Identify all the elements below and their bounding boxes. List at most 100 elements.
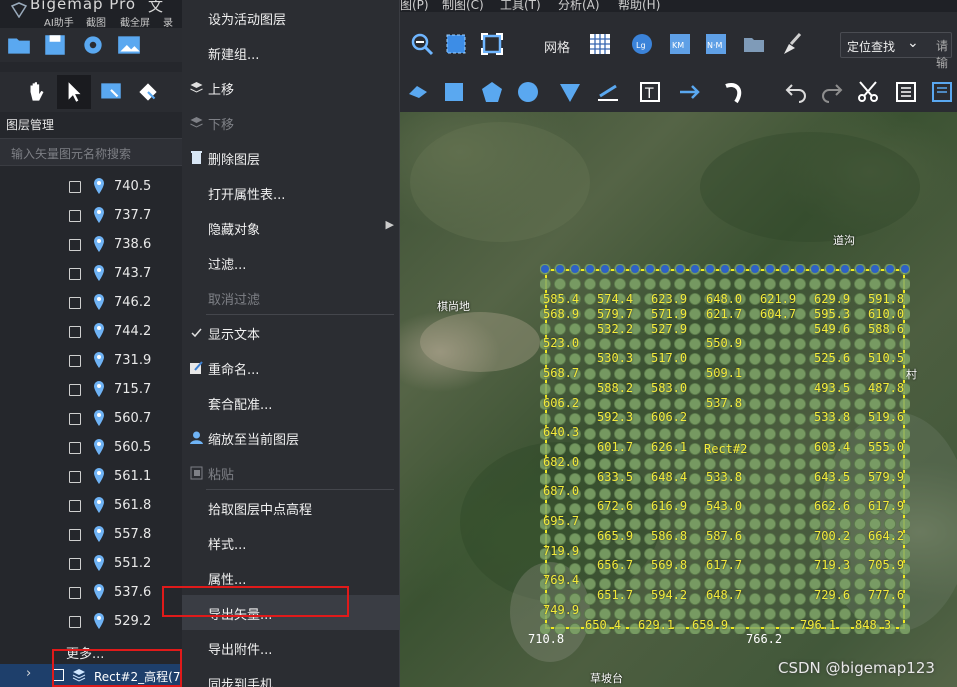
menu-item[interactable]: 缩放至当前图层 [182,420,400,455]
elevation-value: 487.8 [868,380,905,395]
layer-row[interactable]: 715.7 [0,376,182,405]
menu-item[interactable]: 拾取图层中点高程 [182,490,400,525]
row-checkbox[interactable] [69,355,81,367]
row-checkbox[interactable] [69,181,81,193]
layer-row[interactable]: 551.2 [0,550,182,579]
tab-screenshot[interactable]: 截图 [86,14,106,29]
zoom-extent-icon[interactable] [444,32,468,56]
menu-item[interactable]: 删除图层 [182,140,400,175]
layer-row[interactable]: 731.9 [0,347,182,376]
menu-item[interactable]: 制图(C) [442,0,484,13]
elevation-value: 621.9 [760,292,797,306]
menu-item[interactable]: 粘贴 [182,455,400,490]
row-checkbox[interactable] [69,210,81,222]
row-checkbox[interactable] [69,268,81,280]
row-checkbox[interactable] [69,471,81,483]
menu-item[interactable]: 图(P) [400,0,429,13]
undo-icon[interactable] [784,80,808,104]
layer-row[interactable]: 738.6 [0,231,182,260]
gear-icon[interactable] [80,32,106,58]
elevation-value: 579.9 [868,469,905,484]
layer-row[interactable]: 746.2 [0,289,182,318]
layer-row[interactable]: 561.1 [0,463,182,492]
open-folder-icon[interactable] [6,32,32,58]
menu-item[interactable]: 隐藏对象 ▶ [182,210,400,245]
row-checkbox[interactable] [69,558,81,570]
scissors-icon[interactable] [856,80,880,104]
elevation-value: 532.2 [597,321,634,336]
menu-item[interactable]: 显示文本 [182,315,400,350]
row-checkbox[interactable] [69,384,81,396]
save-icon[interactable] [42,32,68,58]
chevron-right-icon[interactable]: › [26,666,31,681]
menu-item[interactable]: 套合配准... [182,385,400,420]
layer-row[interactable]: 561.8 [0,492,182,521]
text-tool-icon[interactable]: T [638,80,662,104]
grid-icon[interactable] [588,32,612,56]
nm-grid-icon[interactable]: N·M [704,32,728,56]
row-checkbox[interactable] [69,413,81,425]
list-icon[interactable] [894,80,918,104]
image-icon[interactable] [116,32,142,58]
menu-item[interactable]: 工具(T) [500,0,541,13]
layer-row[interactable]: 560.7 [0,405,182,434]
layer-search-input[interactable]: 输入矢量图元名称搜索 [0,138,182,166]
layer-row[interactable]: 557.8 [0,521,182,550]
layer-row[interactable]: 560.5 [0,434,182,463]
km-grid-icon[interactable]: KM [668,32,692,56]
layer-row[interactable]: 737.7 [0,202,182,231]
menu-item[interactable]: 过滤... [182,245,400,280]
row-checkbox[interactable] [69,616,81,628]
row-checkbox[interactable] [69,500,81,512]
row-checkbox[interactable] [69,529,81,541]
menu-item[interactable]: 上移 [182,70,400,105]
curve-tool-icon[interactable] [722,80,746,104]
layer-row[interactable]: 740.5 [0,173,182,202]
select-arrow-icon[interactable] [61,79,87,105]
row-checkbox[interactable] [69,326,81,338]
draw-sector-icon[interactable] [558,80,582,104]
menu-item[interactable]: 分析(A) [558,0,600,13]
menu-item[interactable]: 样式... [182,525,400,560]
row-checkbox[interactable] [69,442,81,454]
draw-rect-icon[interactable] [442,80,466,104]
menu-item[interactable]: 帮助(H) [618,0,660,13]
elevation-value: 729.6 [814,588,851,602]
table-icon[interactable] [930,80,954,104]
layer-row[interactable]: 743.7 [0,260,182,289]
draw-polygon-icon[interactable] [480,80,504,104]
clear-brush-icon[interactable] [780,32,804,56]
elevation-value: 769.4 [543,573,580,588]
arrow-tool-icon[interactable] [678,80,702,104]
latlng-grid-icon[interactable]: Lg [630,32,654,56]
elevation-value: 629.9 [814,292,851,306]
redo-icon[interactable] [820,80,844,104]
full-extent-icon[interactable] [480,32,504,56]
menu-item[interactable]: 重命名... [182,350,400,385]
draw-line-icon[interactable] [406,80,430,104]
pan-hand-icon[interactable] [24,79,50,105]
select-shape-icon[interactable] [135,79,161,105]
tab-ai[interactable]: AI助手 [44,14,74,29]
zoom-in-icon[interactable] [410,32,434,56]
row-checkbox[interactable] [69,239,81,251]
menu-item[interactable]: 新建组... [182,35,400,70]
select-box-icon[interactable] [98,79,124,105]
draw-circle-icon[interactable] [516,80,540,104]
layer-row[interactable]: 529.2 [0,608,182,637]
folder-grid-icon[interactable] [742,32,766,56]
tab-fullscreen[interactable]: 截全屏 [120,14,150,29]
menu-item[interactable]: 打开属性表... [182,175,400,210]
layer-row[interactable]: 537.6 [0,579,182,608]
menu-item[interactable]: 下移 [182,105,400,140]
layer-panel: Bigemap Pro 文 AI助手 截图 截全屏 录屏 图层管理 输入矢量图元… [0,0,182,687]
menu-item-label: 样式... [208,538,247,553]
layer-row[interactable]: 744.2 [0,318,182,347]
row-checkbox[interactable] [69,587,81,599]
menu-item[interactable]: 设为活动图层 [182,0,400,35]
menu-item[interactable]: 同步到手机 [182,665,400,687]
menu-item[interactable]: 取消过滤 [182,280,400,315]
menu-item[interactable]: 导出附件... [182,630,400,665]
measure-icon[interactable] [596,80,620,104]
row-checkbox[interactable] [69,297,81,309]
